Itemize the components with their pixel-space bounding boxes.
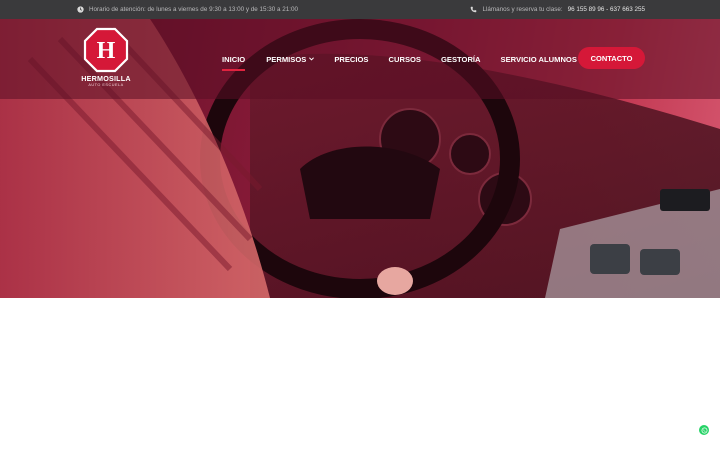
nav-inicio-label: INICIO	[222, 54, 246, 64]
nav-servicio-alumnos-label: SERVICIO ALUMNOS	[500, 54, 577, 64]
contact-button[interactable]: CONTACTO	[578, 47, 645, 69]
nav-cursos[interactable]: CURSOS	[389, 55, 422, 64]
nav-cursos-label: CURSOS	[388, 54, 422, 64]
nav-precios-label: PRECIOS	[334, 54, 369, 64]
site-logo[interactable]: H HERMOSILLA AUTO ESCUELA	[79, 27, 133, 89]
logo-name: HERMOSILLA	[81, 74, 131, 83]
phone-icon	[471, 6, 477, 13]
logo-subtitle: AUTO ESCUELA	[88, 83, 124, 87]
nav-permisos-label: PERMISOS	[266, 54, 307, 64]
top-info-bar: Horario de atención: de lunes a viernes …	[0, 0, 720, 19]
nav-gestoria[interactable]: GESTORÍA	[441, 55, 481, 64]
clock-icon	[77, 6, 84, 13]
nav-precios[interactable]: PRECIOS	[334, 55, 368, 64]
opening-hours-text: Horario de atención: de lunes a viernes …	[89, 6, 298, 13]
logo-monogram: H	[97, 38, 116, 64]
nav-permisos[interactable]: PERMISOS	[266, 54, 315, 64]
main-navigation: INICIO PERMISOS PRECIOS CURSOS GESTORÍA …	[222, 53, 577, 71]
phone-numbers[interactable]: 96 155 89 96 - 637 663 255	[568, 6, 645, 13]
whatsapp-icon	[701, 427, 707, 433]
whatsapp-button[interactable]	[699, 425, 709, 435]
nav-inicio[interactable]: INICIO	[222, 54, 246, 71]
chevron-down-icon	[309, 57, 315, 61]
logo-octagon-icon: H	[83, 27, 129, 73]
call-info: Llámanos y reserva tu clase: 96 155 89 9…	[470, 6, 645, 13]
call-prefix-text: Llámanos y reserva tu clase:	[482, 6, 563, 13]
nav-servicio-alumnos[interactable]: SERVICIO ALUMNOS	[501, 55, 577, 64]
opening-hours: Horario de atención: de lunes a viernes …	[77, 6, 298, 13]
nav-gestoria-label: GESTORÍA	[441, 54, 481, 64]
